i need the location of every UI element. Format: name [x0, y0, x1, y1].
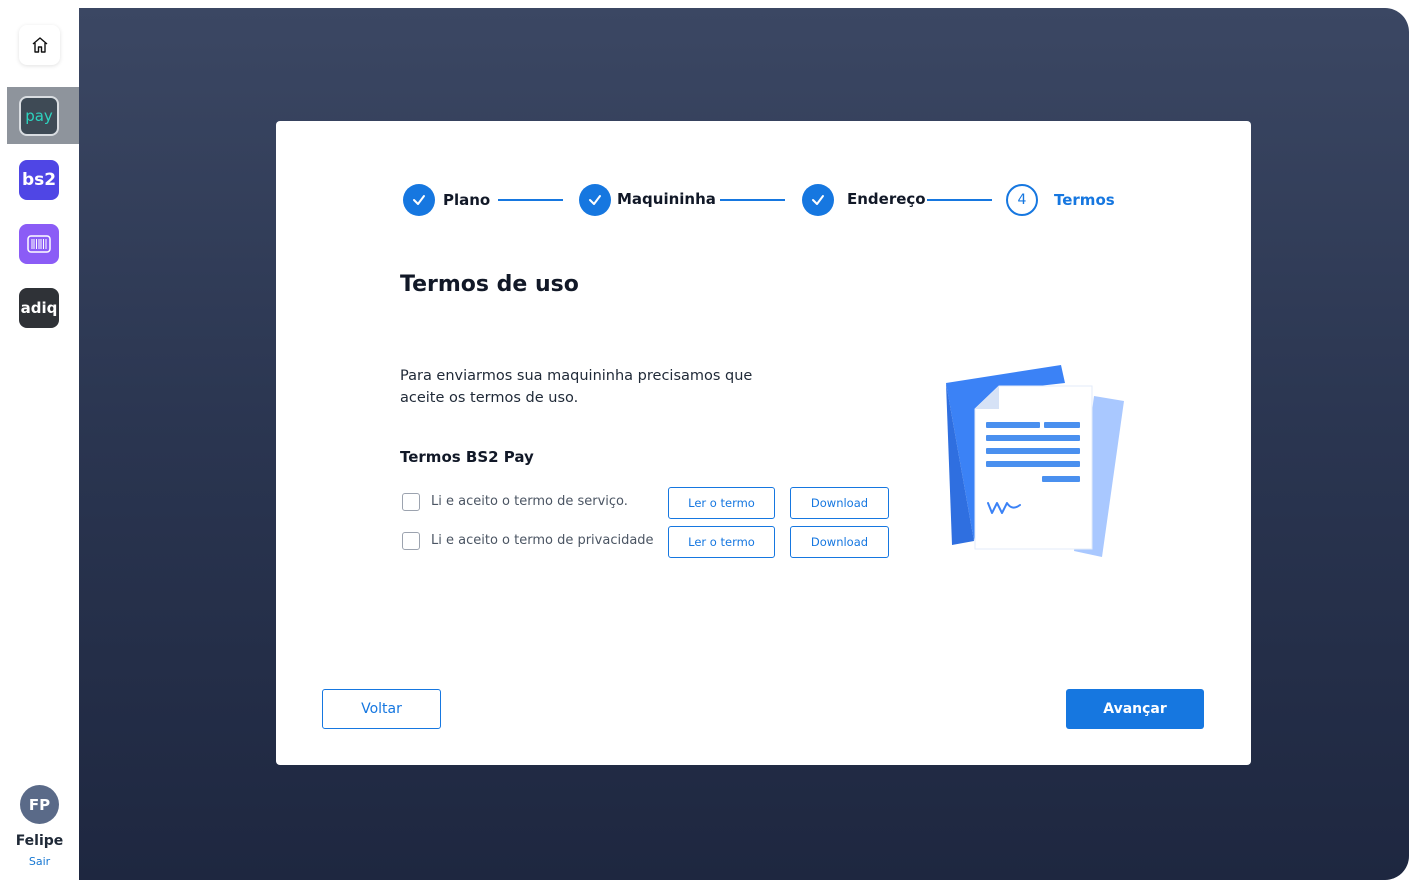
check-icon [413, 195, 425, 205]
app-pay-button[interactable]: pay [19, 96, 59, 136]
app-barcode-button[interactable] [19, 224, 59, 264]
step-termos-number: 4 [1006, 184, 1038, 216]
avatar-initials: FP [28, 795, 51, 814]
back-button[interactable]: Voltar [322, 689, 441, 729]
step-endereco-label: Endereço [847, 190, 926, 208]
download-privacy-term-button[interactable]: Download [790, 526, 889, 558]
step-plano-check [403, 184, 435, 216]
step-maquininha-check [579, 184, 611, 216]
check-icon [812, 195, 824, 205]
download-service-term-button[interactable]: Download [790, 487, 889, 519]
terms-service-label: Li e aceito o termo de serviço. [431, 494, 628, 509]
step-connector [927, 199, 992, 201]
logout-link[interactable]: Sair [0, 855, 79, 868]
step-number: 4 [1017, 192, 1027, 208]
app-adiq-label: adiq [20, 299, 58, 317]
sidebar: pay bs2 adiq FP Felipe Sair [0, 0, 79, 885]
description-text: Para enviarmos sua maquininha precisamos… [400, 368, 753, 406]
step-endereco-check [802, 184, 834, 216]
home-button[interactable] [19, 25, 60, 65]
section-title: Termos BS2 Pay [400, 448, 534, 466]
page-title: Termos de uso [400, 272, 579, 297]
step-connector [720, 199, 785, 201]
app-bs2-label: bs2 [21, 170, 57, 190]
step-maquininha-label: Maquininha [617, 190, 716, 208]
app-adiq-button[interactable]: adiq [19, 288, 59, 328]
barcode-icon [27, 235, 51, 253]
terms-privacy-label: Li e aceito o termo de privacidade [431, 533, 654, 548]
app-pay-label: pay [25, 107, 53, 125]
terms-privacy-checkbox[interactable] [402, 532, 420, 550]
user-name: Felipe [15, 833, 64, 849]
read-privacy-term-button[interactable]: Ler o termo [668, 526, 775, 558]
app-bs2-button[interactable]: bs2 [19, 160, 59, 200]
step-plano-label: Plano [443, 191, 491, 209]
document-illustration [946, 365, 1124, 557]
home-icon [32, 37, 47, 53]
terms-service-checkbox[interactable] [402, 493, 420, 511]
read-service-term-button[interactable]: Ler o termo [668, 487, 775, 519]
avatar[interactable]: FP [20, 785, 59, 824]
next-button[interactable]: Avançar [1066, 689, 1204, 729]
step-connector [498, 199, 563, 201]
terms-card: Plano Maquininha Endereço 4 Termos Termo… [276, 121, 1251, 765]
check-icon [589, 195, 601, 205]
step-termos-label: Termos [1054, 191, 1115, 209]
